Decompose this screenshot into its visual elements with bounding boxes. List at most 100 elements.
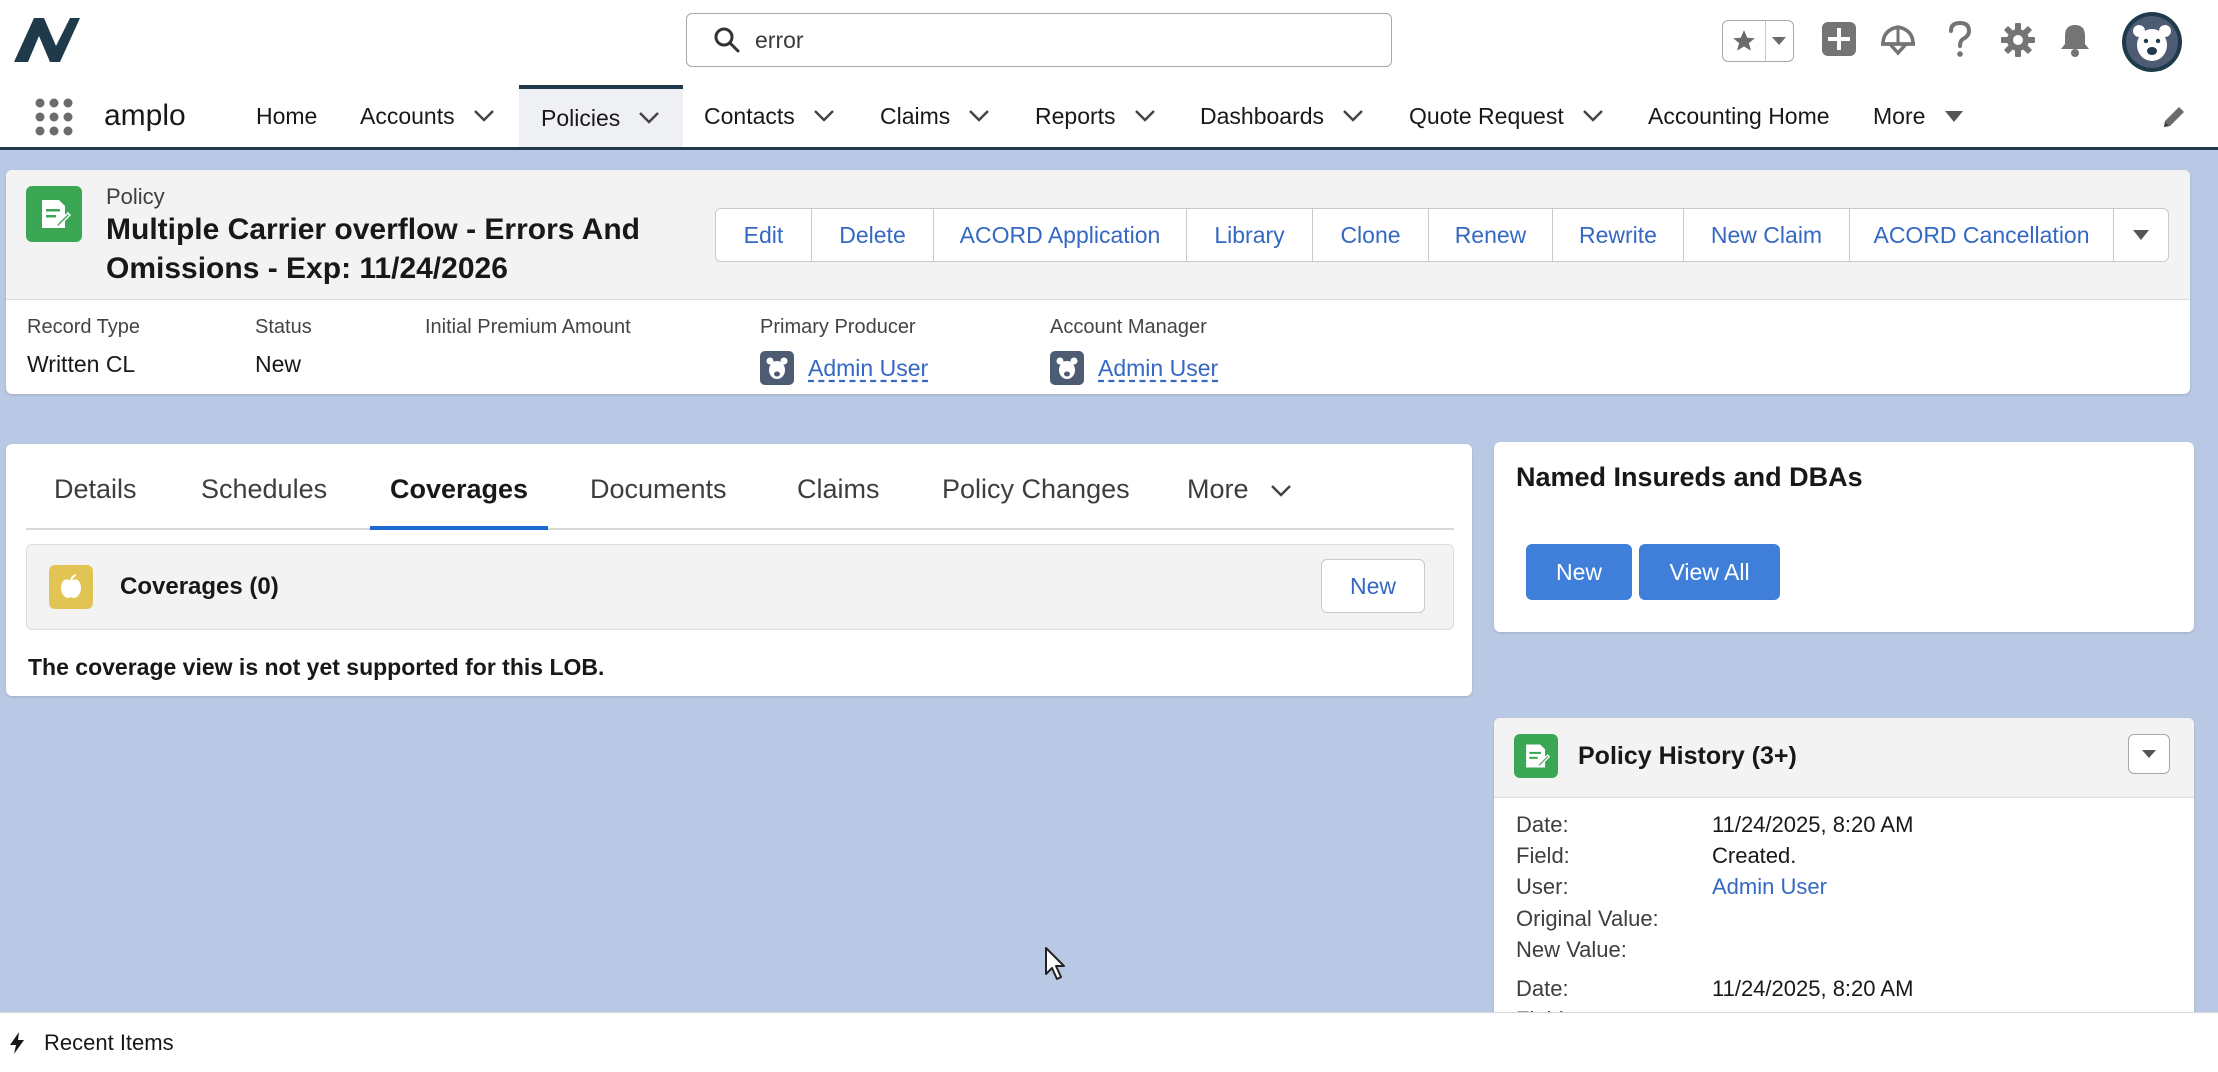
coverages-related-list: Coverages (0) New [26, 544, 1454, 630]
favorites-button-group[interactable] [1722, 20, 1794, 62]
edit-button[interactable]: Edit [716, 209, 812, 261]
record-tabs-card: Details Schedules Coverages Documents Cl… [6, 444, 1472, 696]
search-icon [714, 27, 740, 53]
record-title: Multiple Carrier overflow - Errors And O… [106, 213, 640, 285]
history-user-link[interactable]: Admin User [1712, 874, 1827, 900]
nav-item-label: Quote Request [1409, 102, 1564, 129]
field-value: Admin User [1050, 351, 1218, 385]
policy-history-icon [1514, 734, 1558, 778]
tab-claims[interactable]: Claims [797, 474, 880, 530]
help-icon[interactable] [1942, 18, 1978, 60]
nav-item-more[interactable]: More [1873, 85, 1965, 147]
tab-documents[interactable]: Documents [590, 474, 727, 530]
policy-history-title[interactable]: Policy History (3+) [1578, 742, 1797, 771]
nav-item-home[interactable]: Home [256, 85, 317, 147]
global-header: error [0, 0, 2218, 85]
mouse-cursor-icon [1045, 947, 1065, 980]
field-value: Admin User [760, 351, 928, 385]
view-all-named-insureds-button[interactable]: View All [1639, 544, 1780, 600]
guidance-center-icon[interactable] [1878, 20, 1918, 60]
tab-more-label: More [1187, 474, 1249, 504]
favorites-dropdown-icon[interactable] [1766, 21, 1793, 61]
new-claim-button[interactable]: New Claim [1684, 209, 1850, 261]
nav-item-quote-request[interactable]: Quote Request [1409, 85, 1604, 147]
library-button[interactable]: Library [1187, 209, 1313, 261]
policy-history-card: Policy History (3+) Date: 11/24/2025, 8:… [1494, 718, 2194, 1018]
history-date-value: 11/24/2025, 8:20 AM [1712, 976, 1914, 1001]
nav-item-reports[interactable]: Reports [1035, 85, 1156, 147]
utility-bar: Recent Items [0, 1012, 2218, 1072]
named-insureds-title: Named Insureds and DBAs [1516, 462, 1863, 492]
nav-item-label: Claims [880, 102, 951, 129]
recent-items-button[interactable]: Recent Items [44, 1030, 174, 1056]
record-action-buttons: Edit Delete ACORD Application Library Cl… [715, 208, 2169, 262]
more-actions-button[interactable] [2114, 209, 2168, 261]
tab-bar: Details Schedules Coverages Documents Cl… [26, 444, 1454, 530]
coverage-notice-text: The coverage view is not yet supported f… [28, 654, 605, 680]
chevron-down-icon[interactable] [1342, 109, 1364, 123]
field-label: Status [255, 316, 312, 338]
coverages-title[interactable]: Coverages (0) [120, 573, 279, 601]
nav-item-policies[interactable]: Policies [519, 85, 683, 147]
tab-policy-changes[interactable]: Policy Changes [942, 474, 1130, 530]
user-avatar-icon [760, 351, 794, 385]
record-object-type: Policy [106, 184, 165, 209]
tab-more[interactable]: More [1187, 474, 1292, 530]
nav-item-accounts[interactable]: Accounts [360, 85, 495, 147]
new-named-insured-button[interactable]: New [1526, 544, 1632, 600]
chevron-down-icon[interactable] [1582, 109, 1604, 123]
nav-item-claims[interactable]: Claims [880, 85, 990, 147]
setup-gear-icon[interactable] [1998, 20, 2038, 60]
app-launcher-grid-icon[interactable] [34, 97, 74, 137]
renew-button[interactable]: Renew [1429, 209, 1553, 261]
chevron-down-icon[interactable] [638, 111, 660, 125]
field-record-type: Record Type Written CL [27, 316, 140, 378]
amplo-logo-icon[interactable] [14, 16, 82, 64]
chevron-down-icon[interactable] [968, 109, 990, 123]
nav-item-label: Policies [541, 104, 621, 131]
favorites-star-icon[interactable] [1723, 21, 1766, 61]
field-account-manager: Account Manager Admin User [1050, 316, 1218, 385]
caret-down-icon[interactable] [1943, 109, 1965, 123]
account-manager-link[interactable]: Admin User [1098, 355, 1218, 382]
field-label: Initial Premium Amount [425, 316, 631, 338]
acord-cancellation-button[interactable]: ACORD Cancellation [1850, 209, 2114, 261]
edit-nav-pencil-icon[interactable] [2160, 103, 2188, 131]
chevron-down-icon[interactable] [1134, 109, 1156, 123]
policy-history-menu-button[interactable] [2128, 734, 2170, 774]
notifications-bell-icon[interactable] [2056, 20, 2094, 60]
caret-down-icon [2142, 750, 2156, 758]
field-primary-producer: Primary Producer Admin User [760, 316, 928, 385]
new-coverage-button[interactable]: New [1321, 559, 1425, 613]
policy-history-header: Policy History (3+) [1494, 718, 2194, 798]
search-input[interactable]: error [755, 27, 804, 54]
caret-down-icon [2133, 230, 2149, 240]
history-field-value: Created. [1712, 843, 1797, 868]
chevron-down-icon[interactable] [473, 109, 495, 123]
clone-button[interactable]: Clone [1313, 209, 1429, 261]
tab-coverages[interactable]: Coverages [370, 474, 548, 530]
acord-application-button[interactable]: ACORD Application [934, 209, 1187, 261]
lightning-bolt-icon [10, 1032, 24, 1054]
history-user-label: User: [1516, 874, 1569, 899]
tab-schedules[interactable]: Schedules [201, 474, 327, 530]
chevron-down-icon[interactable] [813, 109, 835, 123]
user-avatar[interactable] [2120, 10, 2184, 74]
rewrite-button[interactable]: Rewrite [1553, 209, 1684, 261]
nav-item-accounting-home[interactable]: Accounting Home [1648, 85, 1830, 147]
tab-details[interactable]: Details [54, 474, 137, 530]
field-label: Primary Producer [760, 316, 916, 338]
app-name: amplo [104, 99, 186, 132]
nav-item-dashboards[interactable]: Dashboards [1200, 85, 1364, 147]
global-create-icon[interactable] [1820, 20, 1858, 58]
delete-button[interactable]: Delete [812, 209, 934, 261]
field-value: Written CL [27, 351, 136, 377]
history-date-label: Date: [1516, 976, 1569, 1001]
nav-item-label: Reports [1035, 102, 1116, 129]
field-label: Record Type [27, 316, 141, 338]
nav-item-label: Dashboards [1200, 102, 1325, 129]
global-search[interactable]: error [686, 13, 1392, 67]
history-original-value-label: Original Value: [1516, 906, 1659, 931]
nav-item-contacts[interactable]: Contacts [704, 85, 835, 147]
primary-producer-link[interactable]: Admin User [808, 355, 928, 382]
